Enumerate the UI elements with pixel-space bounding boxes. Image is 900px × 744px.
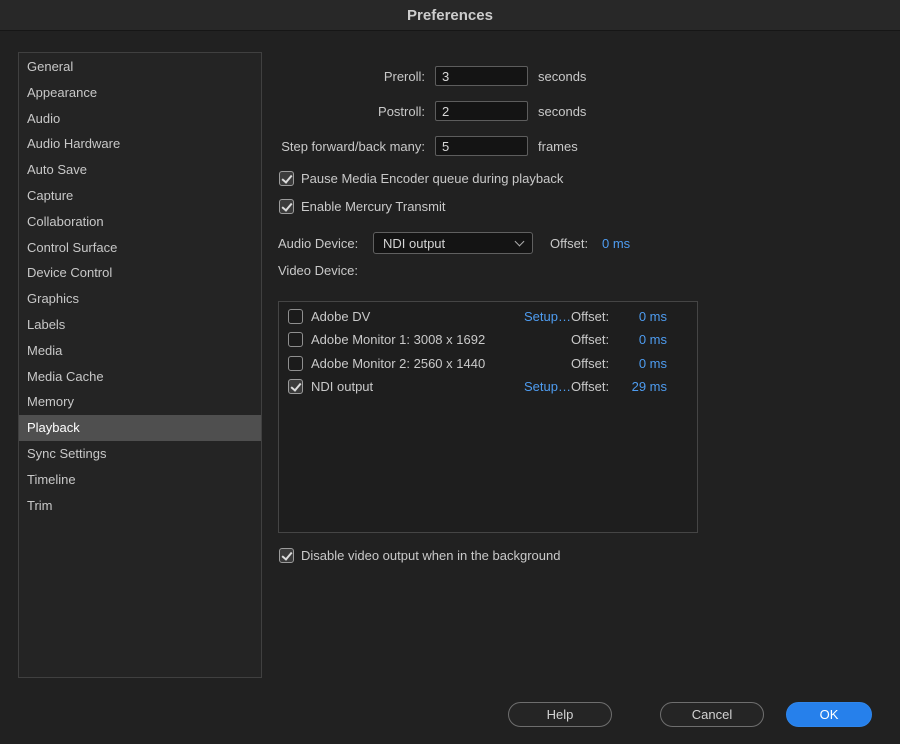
pause-encoder-row: Pause Media Encoder queue during playbac… <box>279 170 563 186</box>
postroll-input[interactable] <box>435 101 528 121</box>
audio-device-selected-value: NDI output <box>383 236 445 251</box>
sidebar-item-auto-save[interactable]: Auto Save <box>19 157 261 183</box>
video-device-3-name: NDI output <box>311 379 524 394</box>
disable-video-bg-checkbox[interactable] <box>279 548 294 563</box>
postroll-label: Postroll: <box>150 104 425 119</box>
step-many-label: Step forward/back many: <box>150 139 425 154</box>
video-device-2-name: Adobe Monitor 2: 2560 x 1440 <box>311 356 524 371</box>
video-device-1-checkbox[interactable] <box>288 332 303 347</box>
preroll-input[interactable] <box>435 66 528 86</box>
audio-offset-label: Offset: <box>550 236 588 251</box>
sidebar-item-capture[interactable]: Capture <box>19 183 261 209</box>
video-device-0-setup-link[interactable]: Setup… <box>524 309 571 324</box>
sidebar-item-trim[interactable]: Trim <box>19 493 261 519</box>
step-many-input[interactable] <box>435 136 528 156</box>
help-button[interactable]: Help <box>508 702 612 727</box>
preroll-unit: seconds <box>538 69 586 84</box>
sidebar-item-device-control[interactable]: Device Control <box>19 260 261 286</box>
video-device-2-offset-label: Offset: <box>571 356 617 371</box>
video-device-row: Adobe DV Setup… Offset: 0 ms <box>279 305 697 328</box>
mercury-transmit-checkbox[interactable] <box>279 199 294 214</box>
video-device-row: NDI output Setup… Offset: 29 ms <box>279 375 697 398</box>
video-device-1-offset-value: 0 ms <box>617 332 667 347</box>
video-device-3-checkbox[interactable] <box>288 379 303 394</box>
video-device-0-offset-label: Offset: <box>571 309 617 324</box>
sidebar-item-media-cache[interactable]: Media Cache <box>19 364 261 390</box>
video-device-1-offset-label: Offset: <box>571 332 617 347</box>
video-device-2-offset-value: 0 ms <box>617 356 667 371</box>
video-device-label: Video Device: <box>278 263 358 278</box>
video-device-2-checkbox[interactable] <box>288 356 303 371</box>
sidebar-item-collaboration[interactable]: Collaboration <box>19 209 261 235</box>
video-device-3-offset-label: Offset: <box>571 379 617 394</box>
video-device-0-name: Adobe DV <box>311 309 524 324</box>
video-device-0-checkbox[interactable] <box>288 309 303 324</box>
pause-encoder-label: Pause Media Encoder queue during playbac… <box>301 171 563 186</box>
mercury-transmit-label: Enable Mercury Transmit <box>301 199 446 214</box>
video-device-0-offset-value: 0 ms <box>617 309 667 324</box>
audio-offset-value: 0 ms <box>602 236 630 251</box>
sidebar-item-graphics[interactable]: Graphics <box>19 286 261 312</box>
step-many-unit: frames <box>538 139 578 154</box>
mercury-transmit-row: Enable Mercury Transmit <box>279 198 446 214</box>
sidebar-item-memory[interactable]: Memory <box>19 389 261 415</box>
audio-device-dropdown[interactable]: NDI output <box>373 232 533 254</box>
video-device-1-name: Adobe Monitor 1: 3008 x 1692 <box>311 332 524 347</box>
sidebar-item-labels[interactable]: Labels <box>19 312 261 338</box>
video-device-3-setup-link[interactable]: Setup… <box>524 379 571 394</box>
sidebar-item-media[interactable]: Media <box>19 338 261 364</box>
dialog-titlebar: Preferences <box>0 0 900 31</box>
pause-encoder-checkbox[interactable] <box>279 171 294 186</box>
dialog-title: Preferences <box>407 7 493 24</box>
preroll-label: Preroll: <box>150 69 425 84</box>
video-device-row: Adobe Monitor 1: 3008 x 1692 Offset: 0 m… <box>279 328 697 351</box>
video-device-list: Adobe DV Setup… Offset: 0 ms Adobe Monit… <box>278 301 698 533</box>
sidebar-item-control-surface[interactable]: Control Surface <box>19 235 261 261</box>
sidebar-item-timeline[interactable]: Timeline <box>19 467 261 493</box>
ok-button[interactable]: OK <box>786 702 872 727</box>
postroll-unit: seconds <box>538 104 586 119</box>
sidebar-item-playback[interactable]: Playback <box>19 415 261 441</box>
sidebar-item-sync-settings[interactable]: Sync Settings <box>19 441 261 467</box>
chevron-down-icon <box>515 237 525 247</box>
preferences-dialog: Preferences General Appearance Audio Aud… <box>0 0 900 744</box>
video-device-3-offset-value: 29 ms <box>617 379 667 394</box>
disable-video-bg-row: Disable video output when in the backgro… <box>279 547 560 563</box>
disable-video-bg-label: Disable video output when in the backgro… <box>301 548 560 563</box>
cancel-button[interactable]: Cancel <box>660 702 764 727</box>
audio-device-label: Audio Device: <box>278 236 358 251</box>
video-device-row: Adobe Monitor 2: 2560 x 1440 Offset: 0 m… <box>279 352 697 375</box>
